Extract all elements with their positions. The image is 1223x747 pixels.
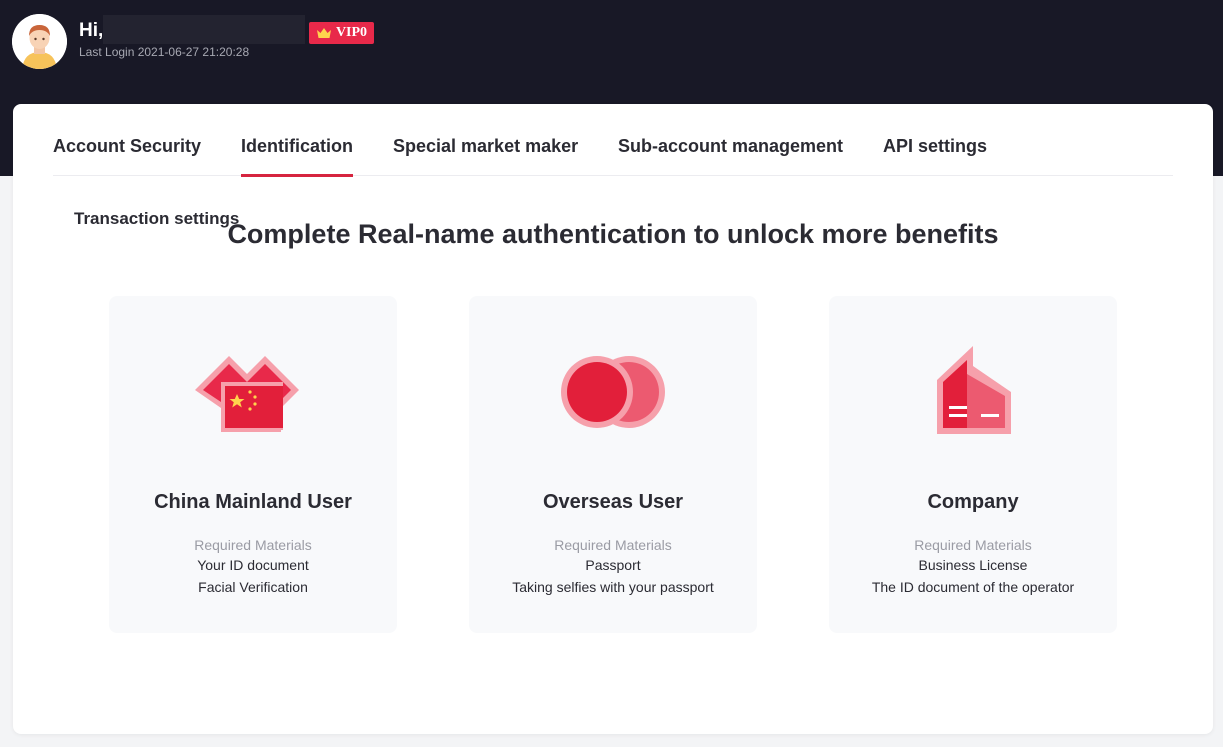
building-icon [937, 346, 1011, 434]
tab-bar: Account Security Identification Special … [53, 104, 1173, 177]
china-flag-icon [195, 356, 299, 432]
material-item: Business License [918, 557, 1028, 573]
option-overseas-user[interactable]: Overseas User Required Materials Passpor… [469, 296, 757, 633]
material-item: Facial Verification [198, 579, 308, 595]
option-china-mainland-user[interactable]: China Mainland User Required Materials Y… [109, 296, 397, 633]
required-materials-label: Required Materials [554, 537, 672, 553]
tab-identification[interactable]: Identification [241, 136, 353, 177]
settings-card: Account Security Identification Special … [13, 104, 1213, 734]
tab-api-settings[interactable]: API settings [883, 136, 987, 176]
required-materials-label: Required Materials [194, 537, 312, 553]
vip-badge[interactable]: VIP0 [309, 22, 374, 44]
crown-icon [316, 28, 331, 38]
material-item: Your ID document [197, 557, 309, 573]
tab-account-security[interactable]: Account Security [53, 136, 201, 176]
option-title: China Mainland User [154, 491, 352, 513]
material-item: Passport [585, 557, 641, 573]
material-item: The ID document of the operator [871, 579, 1075, 595]
avatar[interactable] [12, 14, 67, 69]
option-company[interactable]: Company Required Materials Business Lice… [829, 296, 1117, 633]
material-item: Taking selfies with your passport [512, 579, 714, 595]
option-title: Overseas User [542, 491, 684, 513]
tab-sub-account-management[interactable]: Sub-account management [618, 136, 843, 176]
last-login-text: Last Login 2021-06-27 21:20:28 [79, 45, 250, 59]
username-masked [103, 15, 305, 44]
page-title: Complete Real-name authentication to unl… [227, 219, 999, 249]
vip-label: VIP0 [335, 25, 368, 40]
required-materials-label: Required Materials [914, 537, 1032, 553]
overlapping-circles-icon [561, 356, 665, 428]
greeting-text: Hi, [79, 20, 104, 41]
option-title: Company [927, 491, 1019, 513]
tab-special-market-maker[interactable]: Special market maker [393, 136, 578, 176]
